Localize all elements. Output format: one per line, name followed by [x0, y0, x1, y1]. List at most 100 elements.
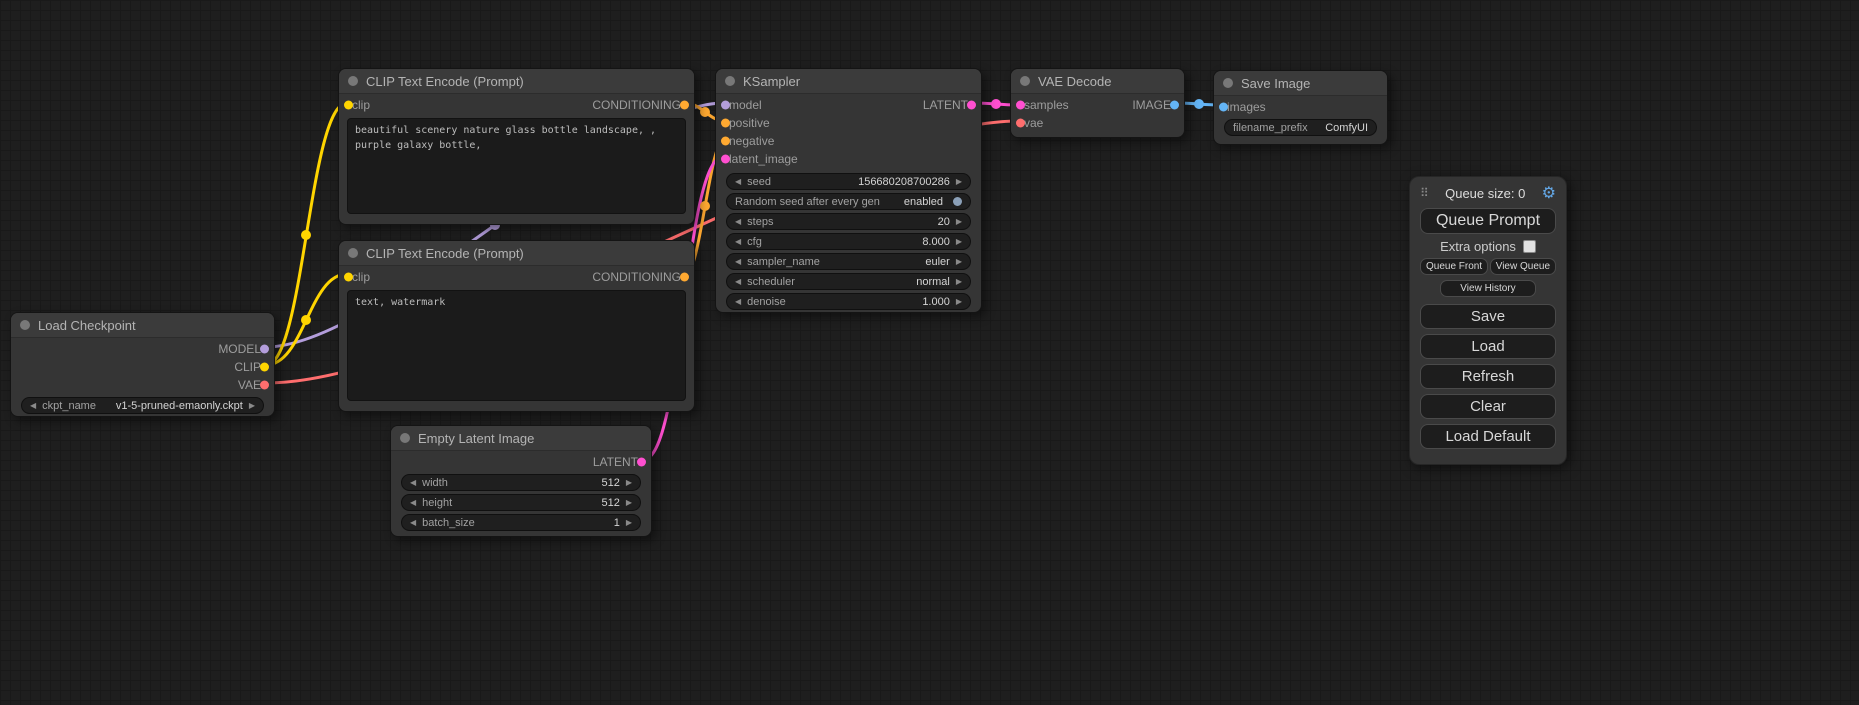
increment-arrow-icon[interactable]: ▶	[626, 479, 632, 487]
widget-random-seed-toggle[interactable]: Random seed after every gen enabled	[726, 193, 971, 210]
widget-filename-prefix[interactable]: filename_prefix ComfyUI	[1224, 119, 1377, 136]
decrement-arrow-icon[interactable]: ◀	[735, 298, 741, 306]
widget-value: enabled	[904, 196, 943, 208]
clear-button[interactable]: Clear	[1420, 394, 1556, 419]
node-load-checkpoint[interactable]: Load Checkpoint MODEL CLIP VAE ◀ ckpt_na…	[10, 312, 275, 417]
widget-denoise[interactable]: ◀ denoise 1.000 ▶	[726, 293, 971, 310]
node-title-bar[interactable]: CLIP Text Encode (Prompt)	[339, 241, 694, 266]
positive-input-dot[interactable]	[721, 119, 730, 128]
gear-icon[interactable]: ⚙	[1542, 183, 1556, 203]
node-title-bar[interactable]: Load Checkpoint	[11, 313, 274, 338]
widget-cfg[interactable]: ◀ cfg 8.000 ▶	[726, 233, 971, 250]
widget-ckpt-name[interactable]: ◀ ckpt_name v1-5-pruned-emaonly.ckpt ▶	[21, 397, 264, 414]
increment-arrow-icon[interactable]: ▶	[956, 258, 962, 266]
refresh-button[interactable]: Refresh	[1420, 364, 1556, 389]
negative-prompt-textarea[interactable]: text, watermark	[347, 290, 686, 401]
clip-input-dot[interactable]	[344, 101, 353, 110]
decrement-arrow-icon[interactable]: ◀	[30, 402, 36, 410]
node-graph-canvas[interactable]: Load Checkpoint MODEL CLIP VAE ◀ ckpt_na…	[0, 0, 1859, 705]
increment-arrow-icon[interactable]: ▶	[626, 519, 632, 527]
node-clip-text-encode-negative[interactable]: CLIP Text Encode (Prompt) clip CONDITION…	[338, 240, 695, 412]
node-title-bar[interactable]: KSampler	[716, 69, 981, 94]
decrement-arrow-icon[interactable]: ◀	[410, 479, 416, 487]
node-title-label: CLIP Text Encode (Prompt)	[366, 74, 524, 89]
widget-scheduler[interactable]: ◀ scheduler normal ▶	[726, 273, 971, 290]
output-slot-clip: CLIP	[11, 358, 274, 376]
slot-label: LATENT	[593, 455, 638, 469]
node-vae-decode[interactable]: VAE Decode samples IMAGE vae	[1010, 68, 1185, 138]
slot-label: IMAGE	[1132, 98, 1171, 112]
node-title-bar[interactable]: Save Image	[1214, 71, 1387, 96]
model-input-dot[interactable]	[721, 101, 730, 110]
model-output-dot[interactable]	[260, 345, 269, 354]
view-queue-button[interactable]: View Queue	[1490, 258, 1556, 275]
node-title-bar[interactable]: Empty Latent Image	[391, 426, 651, 451]
collapse-dot[interactable]	[1020, 76, 1030, 86]
increment-arrow-icon[interactable]: ▶	[249, 402, 255, 410]
decrement-arrow-icon[interactable]: ◀	[735, 258, 741, 266]
drag-handle-icon[interactable]: ⠿	[1420, 186, 1429, 200]
increment-arrow-icon[interactable]: ▶	[956, 298, 962, 306]
save-button[interactable]: Save	[1420, 304, 1556, 329]
extra-options-checkbox[interactable]	[1523, 240, 1536, 253]
slot-label: model	[729, 98, 762, 112]
decrement-arrow-icon[interactable]: ◀	[410, 519, 416, 527]
node-empty-latent-image[interactable]: Empty Latent Image LATENT ◀ width 512 ▶ …	[390, 425, 652, 537]
decrement-arrow-icon[interactable]: ◀	[735, 178, 741, 186]
collapse-dot[interactable]	[348, 76, 358, 86]
negative-input-dot[interactable]	[721, 137, 730, 146]
widget-value: 1	[614, 517, 620, 529]
widget-width[interactable]: ◀ width 512 ▶	[401, 474, 641, 491]
widget-label: denoise	[747, 296, 786, 308]
node-title-bar[interactable]: CLIP Text Encode (Prompt)	[339, 69, 694, 94]
node-clip-text-encode-positive[interactable]: CLIP Text Encode (Prompt) clip CONDITION…	[338, 68, 695, 225]
widget-seed[interactable]: ◀ seed 156680208700286 ▶	[726, 173, 971, 190]
node-title-bar[interactable]: VAE Decode	[1011, 69, 1184, 94]
decrement-arrow-icon[interactable]: ◀	[735, 238, 741, 246]
widget-value: normal	[916, 276, 950, 288]
images-input-dot[interactable]	[1219, 103, 1228, 112]
clip-output-dot[interactable]	[260, 363, 269, 372]
vae-input-dot[interactable]	[1016, 119, 1025, 128]
decrement-arrow-icon[interactable]: ◀	[735, 218, 741, 226]
queue-prompt-button[interactable]: Queue Prompt	[1420, 208, 1556, 234]
samples-input-dot[interactable]	[1016, 101, 1025, 110]
view-history-button[interactable]: View History	[1440, 280, 1535, 297]
increment-arrow-icon[interactable]: ▶	[956, 238, 962, 246]
decrement-arrow-icon[interactable]: ◀	[410, 499, 416, 507]
clip-input-dot[interactable]	[344, 273, 353, 282]
load-button[interactable]: Load	[1420, 334, 1556, 359]
widget-steps[interactable]: ◀ steps 20 ▶	[726, 213, 971, 230]
latent-output-dot[interactable]	[637, 458, 646, 467]
collapse-dot[interactable]	[400, 433, 410, 443]
wire-midpoint-dot	[700, 201, 710, 211]
positive-prompt-textarea[interactable]: beautiful scenery nature glass bottle la…	[347, 118, 686, 214]
latent-image-input-dot[interactable]	[721, 155, 730, 164]
collapse-dot[interactable]	[1223, 78, 1233, 88]
increment-arrow-icon[interactable]: ▶	[956, 278, 962, 286]
vae-output-dot[interactable]	[260, 381, 269, 390]
node-title-label: VAE Decode	[1038, 74, 1111, 89]
increment-arrow-icon[interactable]: ▶	[626, 499, 632, 507]
image-output-dot[interactable]	[1170, 101, 1179, 110]
latent-output-dot[interactable]	[967, 101, 976, 110]
widget-label: scheduler	[747, 276, 795, 288]
conditioning-output-dot[interactable]	[680, 273, 689, 282]
widget-batch-size[interactable]: ◀ batch_size 1 ▶	[401, 514, 641, 531]
conditioning-output-dot[interactable]	[680, 101, 689, 110]
node-title-label: Empty Latent Image	[418, 431, 534, 446]
decrement-arrow-icon[interactable]: ◀	[735, 278, 741, 286]
slot-row: images	[1214, 98, 1387, 116]
load-default-button[interactable]: Load Default	[1420, 424, 1556, 449]
widget-sampler-name[interactable]: ◀ sampler_name euler ▶	[726, 253, 971, 270]
queue-front-button[interactable]: Queue Front	[1420, 258, 1488, 275]
node-ksampler[interactable]: KSampler model LATENT positive negative …	[715, 68, 982, 313]
collapse-dot[interactable]	[348, 248, 358, 258]
increment-arrow-icon[interactable]: ▶	[956, 218, 962, 226]
node-save-image[interactable]: Save Image images filename_prefix ComfyU…	[1213, 70, 1388, 145]
increment-arrow-icon[interactable]: ▶	[956, 178, 962, 186]
widget-height[interactable]: ◀ height 512 ▶	[401, 494, 641, 511]
collapse-dot[interactable]	[20, 320, 30, 330]
toggle-dot[interactable]	[953, 197, 962, 206]
collapse-dot[interactable]	[725, 76, 735, 86]
